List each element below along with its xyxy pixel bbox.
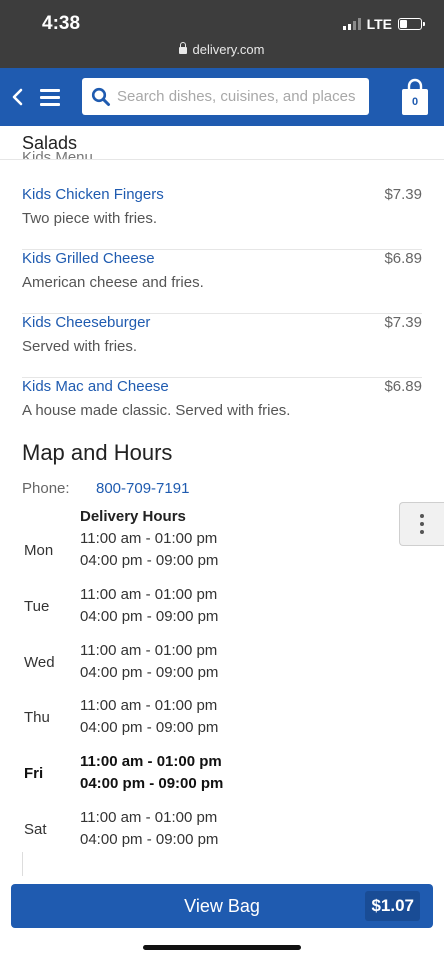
menu-item[interactable]: Kids Cheeseburger $7.39 Served with frie… (22, 314, 422, 378)
bag-count-badge: 0 (411, 96, 419, 108)
hamburger-menu-icon[interactable] (40, 84, 62, 110)
phone-link[interactable]: 800-709-7191 (96, 480, 189, 497)
hours-row: Sat 11:00 am - 01:00 pm 04:00 pm - 09:00… (24, 809, 324, 853)
search-icon (91, 87, 110, 106)
url-text: delivery.com (192, 42, 265, 57)
app-header: 0 (0, 68, 444, 126)
menu-item-name[interactable]: Kids Chicken Fingers (22, 186, 164, 203)
status-bar: 4:38 LTE delivery.com (0, 0, 444, 68)
hours-row: Mon 11:00 am - 01:00 pm 04:00 pm - 09:00… (24, 530, 324, 574)
hours-range: 04:00 pm - 09:00 pm (80, 608, 219, 625)
phone-label: Phone: (22, 480, 70, 497)
hours-range: 04:00 pm - 09:00 pm (80, 552, 219, 569)
home-indicator[interactable] (143, 945, 301, 950)
shopping-bag-button[interactable]: 0 (400, 78, 430, 116)
url-bar[interactable]: delivery.com (0, 42, 444, 57)
status-indicators: LTE (342, 16, 425, 32)
hours-day: Fri (24, 765, 44, 782)
hours-row: Wed 11:00 am - 01:00 pm 04:00 pm - 09:00… (24, 642, 324, 686)
hours-range: 11:00 am - 01:00 pm (80, 642, 218, 659)
category-header[interactable]: Kids Menu Salads (0, 126, 444, 160)
hours-day: Mon (24, 542, 54, 559)
view-bag-button[interactable]: View Bag $1.07 (11, 884, 433, 928)
menu-item-description: A house made classic. Served with fries. (22, 402, 291, 419)
hours-day: Thu (24, 709, 50, 726)
hours-day: Tue (24, 598, 50, 615)
bottom-bar: View Bag $1.07 (0, 876, 444, 960)
hours-range: 11:00 am - 01:00 pm (80, 697, 218, 714)
hours-range: 04:00 pm - 09:00 pm (80, 664, 219, 681)
menu-item-price: $7.39 (384, 186, 422, 203)
hours-day: Wed (24, 654, 55, 671)
menu-item[interactable]: Kids Chicken Fingers $7.39 Two piece wit… (22, 186, 422, 250)
menu-item-name[interactable]: Kids Cheeseburger (22, 314, 150, 331)
battery-icon (398, 18, 425, 30)
phone-row: Phone: 800-709-7191 (22, 480, 189, 497)
hours-row: Tue 11:00 am - 01:00 pm 04:00 pm - 09:00… (24, 586, 324, 630)
search-input[interactable] (117, 88, 369, 105)
hours-row-today: Fri 11:00 am - 01:00 pm 04:00 pm - 09:00… (24, 753, 324, 797)
map-hours-title: Map and Hours (22, 440, 173, 465)
hours-range: 11:00 am - 01:00 pm (80, 530, 218, 547)
signal-icon (342, 18, 361, 30)
menu-item-price: $7.39 (384, 314, 422, 331)
bag-total: $1.07 (365, 891, 420, 921)
hours-day: Sat (24, 821, 47, 838)
menu-item-description: Served with fries. (22, 338, 138, 355)
hours-range: 11:00 am - 01:00 pm (80, 809, 218, 826)
menu-item[interactable]: Kids Grilled Cheese $6.89 American chees… (22, 250, 422, 314)
more-vertical-icon[interactable] (399, 502, 444, 546)
menu-item-price: $6.89 (384, 378, 422, 395)
hours-range: 04:00 pm - 09:00 pm (80, 719, 219, 736)
back-button[interactable] (6, 84, 28, 110)
status-time: 4:38 (42, 13, 81, 34)
hours-range: 04:00 pm - 09:00 pm (80, 775, 224, 792)
divider (22, 852, 23, 876)
menu-item-price: $6.89 (384, 250, 422, 267)
menu-item-description: American cheese and fries. (22, 274, 204, 291)
chevron-left-icon (12, 88, 23, 106)
hours-range: 11:00 am - 01:00 pm (80, 586, 218, 603)
hours-row: Thu 11:00 am - 01:00 pm 04:00 pm - 09:00… (24, 697, 324, 741)
battery-level (400, 20, 407, 28)
menu-item-description: Two piece with fries. (22, 210, 158, 227)
menu-item-name[interactable]: Kids Grilled Cheese (22, 250, 155, 267)
search-box[interactable] (82, 78, 369, 115)
hours-range: 04:00 pm - 09:00 pm (80, 831, 219, 848)
delivery-hours-title: Delivery Hours (80, 508, 186, 525)
network-type: LTE (366, 16, 392, 32)
lock-icon (179, 42, 188, 54)
current-category-label: Salads (22, 133, 78, 153)
hours-range: 11:00 am - 01:00 pm (80, 753, 222, 770)
menu-item[interactable]: Kids Mac and Cheese $6.89 A house made c… (22, 378, 422, 442)
menu-item-name[interactable]: Kids Mac and Cheese (22, 378, 169, 395)
